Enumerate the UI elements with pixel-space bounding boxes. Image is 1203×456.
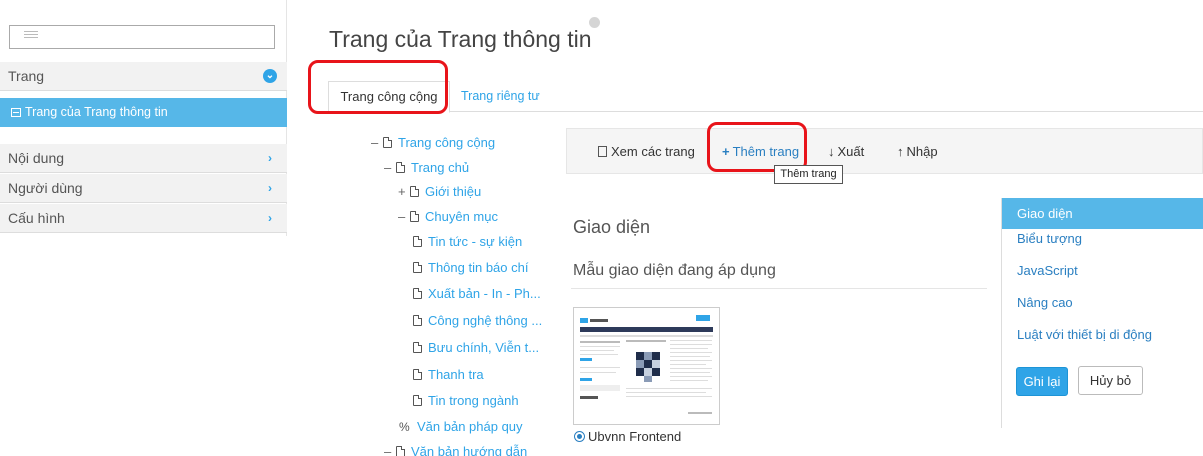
view-pages-button[interactable]: Xem các trang bbox=[598, 144, 695, 159]
toolbar: Xem các trang + Thêm trang ↓ Xuất ↑ Nhập bbox=[566, 128, 1203, 174]
help-icon[interactable] bbox=[589, 17, 600, 28]
tooltip: Thêm trang bbox=[774, 165, 843, 184]
tree-node-label: Tin tức - sự kiện bbox=[428, 234, 523, 249]
app-root: Trang ⌄ Trang của Trang thông tin Nội du… bbox=[0, 0, 1203, 456]
section-title: Giao diện bbox=[573, 217, 651, 237]
chevron-down-icon: ⌄ bbox=[263, 69, 277, 83]
doc-icon bbox=[413, 262, 422, 273]
tree-node[interactable]: Tin trong ngành bbox=[413, 393, 519, 408]
settings-nav-item-javascript[interactable]: JavaScript bbox=[1002, 255, 1203, 286]
save-button[interactable]: Ghi lại bbox=[1016, 367, 1068, 396]
tree-node[interactable]: Bưu chính, Viễn t... bbox=[413, 340, 539, 355]
chevron-right-icon: › bbox=[268, 181, 272, 195]
page-title: Trang của Trang thông tin bbox=[329, 26, 592, 52]
highlight-annotation bbox=[308, 60, 448, 114]
chevron-right-icon: › bbox=[268, 151, 272, 165]
tree-node-label: Chuyên mục bbox=[425, 209, 498, 224]
doc-icon bbox=[396, 162, 405, 173]
tree-node-label: Tin trong ngành bbox=[428, 393, 519, 408]
chevron-right-icon: › bbox=[268, 211, 272, 225]
sidebar-item-label: Trang của Trang thông tin bbox=[25, 105, 168, 119]
sidebar-section-cau-hinh[interactable]: Cấu hình › bbox=[0, 204, 287, 233]
divider bbox=[571, 288, 987, 289]
settings-nav-item-nang-cao[interactable]: Nâng cao bbox=[1002, 287, 1203, 318]
theme-name: Ubvnn Frontend bbox=[588, 429, 682, 444]
import-button[interactable]: ↑ Nhập bbox=[897, 144, 938, 159]
collapse-icon[interactable]: – bbox=[384, 444, 396, 456]
tree-node[interactable]: – Văn bản hướng dẫn bbox=[384, 444, 527, 456]
arrow-down-icon: ↓ bbox=[828, 144, 835, 159]
tree-node-label: Thông tin báo chí bbox=[428, 260, 529, 275]
tree-node[interactable]: – Trang chủ bbox=[384, 160, 469, 175]
menu-lines-icon bbox=[24, 31, 38, 40]
tree-node-label: Xuất bản - In - Ph... bbox=[428, 286, 541, 301]
doc-icon bbox=[396, 446, 405, 456]
doc-icon bbox=[410, 211, 419, 222]
sidebar-section-label: Cấu hình bbox=[8, 210, 65, 226]
export-label: Xuất bbox=[837, 144, 865, 159]
view-pages-label: Xem các trang bbox=[611, 144, 695, 159]
tree-node-label: Trang công cộng bbox=[398, 135, 496, 150]
page-icon bbox=[11, 108, 21, 117]
tree-node[interactable]: Công nghệ thông ... bbox=[413, 313, 542, 328]
doc-icon bbox=[413, 395, 422, 406]
theme-radio-option[interactable]: Ubvnn Frontend bbox=[574, 429, 681, 444]
section-subtitle: Mẫu giao diện đang áp dụng bbox=[573, 262, 776, 279]
tree-node-label: Trang chủ bbox=[411, 160, 470, 175]
collapse-icon[interactable]: – bbox=[371, 135, 383, 150]
tree-node[interactable]: % Văn bản pháp quy bbox=[399, 419, 523, 434]
radio-selected-icon[interactable] bbox=[574, 431, 585, 442]
tree-node[interactable]: Thông tin báo chí bbox=[413, 260, 528, 275]
sidebar-section-nguoi-dung[interactable]: Người dùng › bbox=[0, 174, 287, 203]
sidebar-section-label: Trang bbox=[8, 68, 45, 84]
doc-icon bbox=[413, 342, 422, 353]
collapse-icon[interactable]: – bbox=[398, 209, 410, 224]
sidebar-search-input[interactable] bbox=[9, 25, 275, 49]
sidebar-section-label: Người dùng bbox=[8, 180, 83, 196]
tree-node[interactable]: – Chuyên mục bbox=[398, 209, 498, 224]
doc-icon bbox=[413, 315, 422, 326]
tree-node[interactable]: – Trang công cộng bbox=[371, 135, 495, 150]
theme-thumbnail[interactable] bbox=[573, 307, 720, 425]
tree-node-label: Thanh tra bbox=[428, 367, 484, 382]
tree-node-label: Giới thiệu bbox=[425, 184, 482, 199]
expand-icon[interactable]: + bbox=[398, 184, 410, 199]
sidebar-section-label: Nội dung bbox=[8, 150, 65, 166]
settings-nav-item-mobile-rules[interactable]: Luật với thiết bị di động bbox=[1002, 319, 1203, 350]
import-label: Nhập bbox=[906, 144, 938, 159]
tab-private-pages[interactable]: Trang riêng tư bbox=[461, 81, 540, 113]
export-button[interactable]: ↓ Xuất bbox=[828, 144, 864, 159]
tree-node[interactable]: Tin tức - sự kiện bbox=[413, 234, 522, 249]
theme-preview-image bbox=[578, 312, 715, 420]
doc-icon bbox=[383, 137, 392, 148]
arrow-up-icon: ↑ bbox=[897, 144, 904, 159]
tree-node-label: Văn bản hướng dẫn bbox=[411, 444, 528, 456]
tree-node[interactable]: + Giới thiệu bbox=[398, 184, 481, 199]
link-icon: % bbox=[399, 420, 410, 434]
doc-icon bbox=[598, 146, 607, 157]
sidebar-item-active[interactable]: Trang của Trang thông tin bbox=[0, 98, 287, 127]
doc-icon bbox=[410, 186, 419, 197]
doc-icon bbox=[413, 369, 422, 380]
sidebar: Trang ⌄ Trang của Trang thông tin Nội du… bbox=[0, 0, 287, 236]
settings-nav-item-bieu-tuong[interactable]: Biểu tượng bbox=[1002, 223, 1203, 254]
tree-node-label: Công nghệ thông ... bbox=[428, 313, 543, 328]
tree-node-label: Văn bản pháp quy bbox=[417, 419, 523, 434]
doc-icon bbox=[413, 236, 422, 247]
cancel-button[interactable]: Hủy bỏ bbox=[1078, 366, 1143, 395]
sidebar-section-trang[interactable]: Trang ⌄ bbox=[0, 62, 287, 91]
sidebar-section-noi-dung[interactable]: Nội dung › bbox=[0, 144, 287, 173]
tree-node[interactable]: Xuất bản - In - Ph... bbox=[413, 286, 541, 301]
doc-icon bbox=[413, 288, 422, 299]
collapse-icon[interactable]: – bbox=[384, 160, 396, 175]
tree-node-label: Bưu chính, Viễn t... bbox=[428, 340, 540, 355]
tab-bar: Trang công cộng Trang riêng tư bbox=[320, 76, 1203, 113]
tree-node[interactable]: Thanh tra bbox=[413, 367, 484, 382]
